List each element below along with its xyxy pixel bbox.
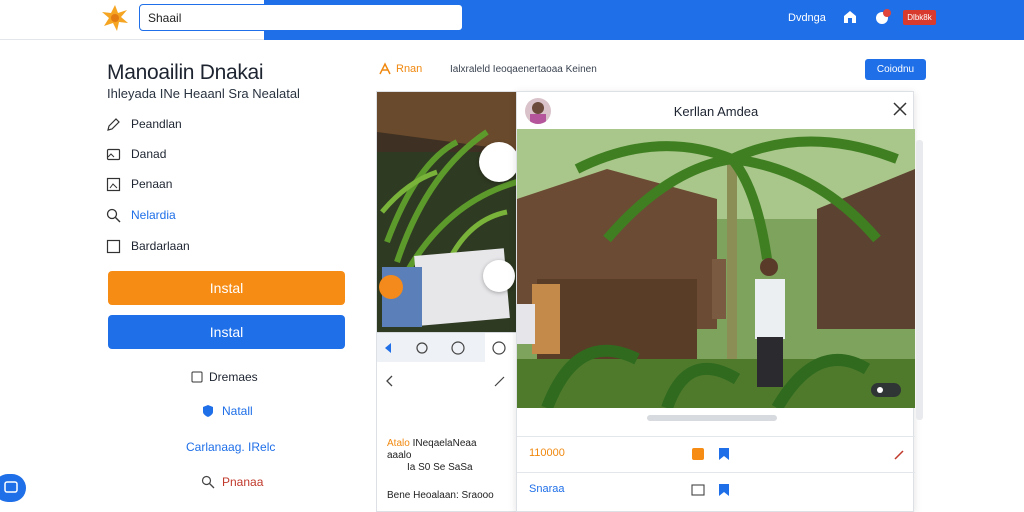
status-badge[interactable]: Dlbk8k — [903, 10, 936, 25]
menu-item-label: Nelardia — [131, 208, 176, 222]
home-icon[interactable] — [842, 9, 858, 25]
gallery-toolbar — [377, 332, 525, 363]
viewer-header: Kerllan Amdea — [517, 92, 915, 129]
back-arrow-icon[interactable] — [381, 340, 397, 356]
menu-item-label: Bardarlaan — [131, 239, 190, 253]
menu-item-label: Peandlan — [131, 117, 182, 131]
image-icon — [106, 148, 121, 160]
orange-tag-icon[interactable] — [691, 447, 705, 461]
square-icon — [106, 239, 121, 253]
caption-highlight: Atalo — [387, 438, 410, 449]
frame-icon — [106, 177, 121, 191]
option-label: Pnanaa — [222, 475, 264, 489]
caption-text: INeqaelaNeaa — [412, 438, 477, 449]
option-shield[interactable]: Natall — [201, 404, 253, 418]
gallery-nav — [377, 364, 525, 394]
option-search[interactable]: Pnanaa — [201, 475, 263, 489]
tool-button[interactable]: Coiodnu — [865, 59, 926, 80]
menu-item-label: Danad — [131, 147, 167, 161]
header-link[interactable]: Dvdnga — [788, 12, 826, 24]
option-label: Dremaes — [209, 370, 258, 384]
menu-item-2[interactable]: Danad — [106, 145, 166, 163]
page-title: Manoailin Dnakai — [107, 61, 264, 84]
pen-icon — [107, 117, 120, 131]
option-label: Carlanaag. IRelc — [186, 440, 276, 454]
expand-icon[interactable] — [871, 383, 901, 397]
refresh-icon[interactable] — [414, 340, 430, 356]
viewer-title: Kerllan Amdea — [673, 104, 759, 119]
top-bar: Shaail Dvdnga Dlbk8k — [0, 0, 1024, 40]
page-subtitle: Ihleyada INe Heaanl Sra Nealatal — [107, 86, 300, 101]
menu-item-4[interactable]: Nelardia — [106, 206, 176, 224]
gallery-photo[interactable] — [377, 92, 526, 332]
bookmark-icon[interactable] — [717, 483, 731, 497]
caption-text: aaalo — [387, 450, 412, 461]
notification-icon[interactable] — [874, 8, 892, 26]
checkbox-icon — [191, 371, 203, 383]
viewer-scrollbar[interactable] — [647, 415, 777, 421]
star-icon — [379, 62, 391, 75]
menu-item-label: Penaan — [131, 177, 173, 191]
gallery-zoom-button[interactable] — [483, 260, 515, 292]
viewer-side-scrollbar[interactable] — [916, 140, 923, 420]
install-button-blue[interactable]: Instal — [108, 315, 345, 349]
chat-fab-button[interactable] — [0, 474, 26, 502]
menu-item-1[interactable]: Peandlan — [106, 115, 182, 133]
share-row[interactable]: Rnan — [378, 62, 422, 76]
pin-icon[interactable] — [893, 447, 907, 461]
gallery-panel: Atalo INeqaelaNeaa aaalo Ia S0 Se SaSa B… — [376, 91, 526, 512]
gallery-prev-button[interactable] — [479, 142, 519, 182]
bookmark-icon[interactable] — [717, 447, 731, 461]
viewer-row-2[interactable]: Snaraa — [517, 472, 915, 506]
share-description: Ialxraleld Ieoqaenertaoaa Keinen — [450, 64, 597, 75]
viewer-row-1[interactable]: 110000 — [517, 436, 915, 470]
settings-icon[interactable] — [450, 340, 466, 356]
chevron-left-icon[interactable] — [383, 374, 397, 388]
row-label: Snaraa — [529, 483, 565, 495]
magic-wand-icon[interactable] — [493, 374, 507, 388]
row-label: 110000 — [529, 447, 565, 459]
menu-item-5[interactable]: Bardarlaan — [106, 237, 190, 255]
gallery-caption: Atalo INeqaelaNeaa aaalo Ia S0 Se SaSa — [387, 438, 477, 474]
share-label: Rnan — [396, 63, 423, 75]
shield-icon — [203, 405, 213, 417]
comment-icon[interactable] — [491, 340, 507, 356]
chat-icon — [4, 481, 18, 493]
close-icon[interactable] — [893, 102, 907, 116]
menu-item-3[interactable]: Penaan — [106, 175, 172, 193]
option-link[interactable]: Carlanaag. IRelc — [186, 440, 275, 454]
viewer-photo[interactable] — [517, 129, 915, 408]
option-checkbox[interactable]: Dremaes — [191, 370, 258, 384]
option-label: Natall — [222, 404, 253, 418]
search-icon — [106, 208, 121, 222]
photo-viewer: Kerllan Amdea 110000 Snaraa — [516, 91, 915, 512]
gallery-footer: Bene Heoalaan: Sraooo — [387, 490, 494, 501]
search-input[interactable]: Shaail — [139, 4, 463, 31]
search-icon — [201, 475, 215, 489]
sun-logo-icon[interactable] — [100, 4, 130, 32]
caption-text: Ia S0 Se SaSa — [407, 462, 473, 473]
image-icon[interactable] — [691, 483, 705, 497]
install-button-orange[interactable]: Instal — [108, 271, 345, 305]
